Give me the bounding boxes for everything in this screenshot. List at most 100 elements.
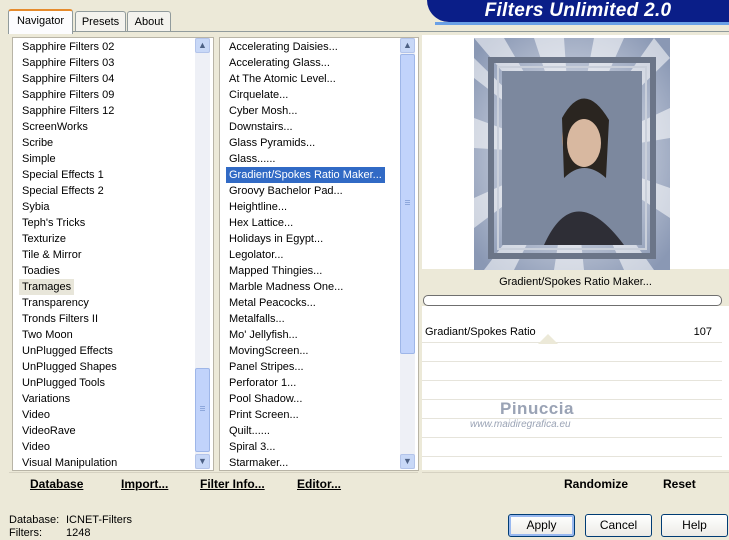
category-list-item[interactable]: Sapphire Filters 12	[13, 103, 213, 119]
category-list-item[interactable]: ScreenWorks	[13, 119, 213, 135]
database-button[interactable]: Database	[30, 477, 83, 491]
parameter-row-empty	[422, 419, 722, 438]
apply-button[interactable]: Apply	[508, 514, 575, 537]
help-button[interactable]: Help	[661, 514, 728, 537]
filter-list-item[interactable]: Quilt......	[220, 423, 418, 439]
category-scroll-thumb[interactable]	[195, 368, 210, 452]
category-list-item[interactable]: Tramages	[19, 279, 75, 295]
editor-button[interactable]: Editor...	[297, 477, 341, 491]
category-list-item[interactable]: Sybia	[13, 199, 213, 215]
tab-strip-border	[8, 31, 729, 32]
filter-list-item[interactable]: Perforator 1...	[220, 375, 418, 391]
preview-spokes-picture	[474, 38, 670, 270]
filter-list-item[interactable]: Print Screen...	[220, 407, 418, 423]
tab-navigator[interactable]: Navigator	[8, 9, 73, 34]
watermark-url: www.maidiregrafica.eu	[470, 419, 571, 430]
filter-list-item[interactable]: Pool Shadow...	[220, 391, 418, 407]
filter-list-item[interactable]: Legolator...	[220, 247, 418, 263]
category-list-item[interactable]: Variations	[13, 391, 213, 407]
category-scrollbar[interactable]: ▲ ▼	[195, 38, 210, 469]
filter-list-item[interactable]: Spiral 3...	[220, 439, 418, 455]
scroll-down-icon[interactable]: ▼	[195, 454, 210, 469]
parameter-label: Gradiant/Spokes Ratio	[425, 326, 536, 338]
database-value: ICNET-Filters	[66, 514, 132, 526]
category-list-item[interactable]: Visual Manipulation	[13, 455, 213, 470]
filter-list-item[interactable]: Panel Stripes...	[220, 359, 418, 375]
watermark-name: Pinuccia	[500, 399, 574, 418]
category-list-item[interactable]: Special Effects 2	[13, 183, 213, 199]
filter-list-item[interactable]: Starmaker...	[220, 455, 418, 470]
filter-list-item[interactable]: Glass......	[220, 151, 418, 167]
filter-list-item[interactable]: Marble Madness One...	[220, 279, 418, 295]
filter-list-item[interactable]: Accelerating Daisies...	[220, 39, 418, 55]
category-list-item[interactable]: Teph's Tricks	[13, 215, 213, 231]
category-list-item[interactable]: Tile & Mirror	[13, 247, 213, 263]
scroll-down-icon[interactable]: ▼	[400, 454, 415, 469]
filter-list-item[interactable]: Downstairs...	[220, 119, 418, 135]
scroll-up-icon[interactable]: ▲	[400, 38, 415, 53]
reset-button[interactable]: Reset	[663, 477, 696, 491]
randomize-button[interactable]: Randomize	[564, 477, 628, 491]
progress-bar	[423, 295, 722, 306]
filters-count: 1248	[66, 527, 91, 539]
category-list-item[interactable]: Simple	[13, 151, 213, 167]
filter-list-item[interactable]: Holidays in Egypt...	[220, 231, 418, 247]
category-list-item[interactable]: Sapphire Filters 04	[13, 71, 213, 87]
tab-about[interactable]: About	[127, 11, 171, 32]
cancel-button[interactable]: Cancel	[585, 514, 652, 537]
left-toolbar: Database Import... Filter Info... Editor…	[9, 472, 418, 498]
right-toolbar: Randomize Reset	[422, 472, 729, 498]
filters-info: Filters: 1248	[9, 527, 90, 539]
category-list-item[interactable]: Sapphire Filters 09	[13, 87, 213, 103]
category-list-item[interactable]: Two Moon	[13, 327, 213, 343]
import-button[interactable]: Import...	[121, 477, 168, 491]
category-list-item[interactable]: UnPlugged Tools	[13, 375, 213, 391]
slider-pointer-icon[interactable]	[538, 334, 558, 344]
category-list-item[interactable]: VideoRave	[13, 423, 213, 439]
category-list-item[interactable]: Video	[13, 407, 213, 423]
filter-list-item[interactable]: Gradient/Spokes Ratio Maker...	[226, 167, 385, 183]
filter-list-item[interactable]: Metalfalls...	[220, 311, 418, 327]
database-info: Database: ICNET-Filters	[9, 514, 132, 526]
filter-list-item[interactable]: Metal Peacocks...	[220, 295, 418, 311]
parameter-row-empty	[422, 438, 722, 457]
category-list-item[interactable]: Video	[13, 439, 213, 455]
banner-underline	[435, 22, 729, 25]
parameter-row[interactable]: Gradiant/Spokes Ratio 107	[422, 324, 722, 343]
category-list-item[interactable]: Transparency	[13, 295, 213, 311]
filter-list-item[interactable]: Glass Pyramids...	[220, 135, 418, 151]
filter-list-item[interactable]: Hex Lattice...	[220, 215, 418, 231]
category-list-item[interactable]: Sapphire Filters 03	[13, 55, 213, 71]
filter-info-button[interactable]: Filter Info...	[200, 477, 265, 491]
category-list-item[interactable]: Scribe	[13, 135, 213, 151]
filters-label: Filters:	[9, 527, 42, 539]
filter-list-item[interactable]: Cyber Mosh...	[220, 103, 418, 119]
filter-list[interactable]: Accelerating Daisies... Accelerating Glas…	[219, 37, 419, 471]
filter-list-item[interactable]: Accelerating Glass...	[220, 55, 418, 71]
filter-list-item[interactable]: Mo' Jellyfish...	[220, 327, 418, 343]
category-list-item[interactable]: UnPlugged Effects	[13, 343, 213, 359]
filter-scroll-thumb[interactable]	[400, 54, 415, 354]
parameter-row-empty	[422, 381, 722, 400]
parameter-value: 107	[693, 326, 712, 338]
preview-image	[474, 38, 670, 270]
filter-list-item[interactable]: MovingScreen...	[220, 343, 418, 359]
filter-list-item[interactable]: Heightline...	[220, 199, 418, 215]
category-list-item[interactable]: Special Effects 1	[13, 167, 213, 183]
app-banner: Filters Unlimited 2.0	[427, 0, 729, 22]
category-list-item[interactable]: Tronds Filters II	[13, 311, 213, 327]
filter-scrollbar[interactable]: ▲ ▼	[400, 38, 415, 469]
filter-list-item[interactable]: Cirquelate...	[220, 87, 418, 103]
filter-list-item[interactable]: At The Atomic Level...	[220, 71, 418, 87]
scroll-up-icon[interactable]: ▲	[195, 38, 210, 53]
category-list-item[interactable]: Toadies	[13, 263, 213, 279]
category-list-item[interactable]: Sapphire Filters 02	[13, 39, 213, 55]
parameter-row-empty	[422, 343, 722, 362]
category-list-item[interactable]: Texturize	[13, 231, 213, 247]
category-list[interactable]: Sapphire Filters 02 Sapphire Filters 03 Sa…	[12, 37, 214, 471]
category-list-item[interactable]: UnPlugged Shapes	[13, 359, 213, 375]
filter-name-label: Gradient/Spokes Ratio Maker...	[422, 270, 729, 294]
filter-list-item[interactable]: Mapped Thingies...	[220, 263, 418, 279]
tab-presets[interactable]: Presets	[75, 11, 126, 32]
filter-list-item[interactable]: Groovy Bachelor Pad...	[220, 183, 418, 199]
